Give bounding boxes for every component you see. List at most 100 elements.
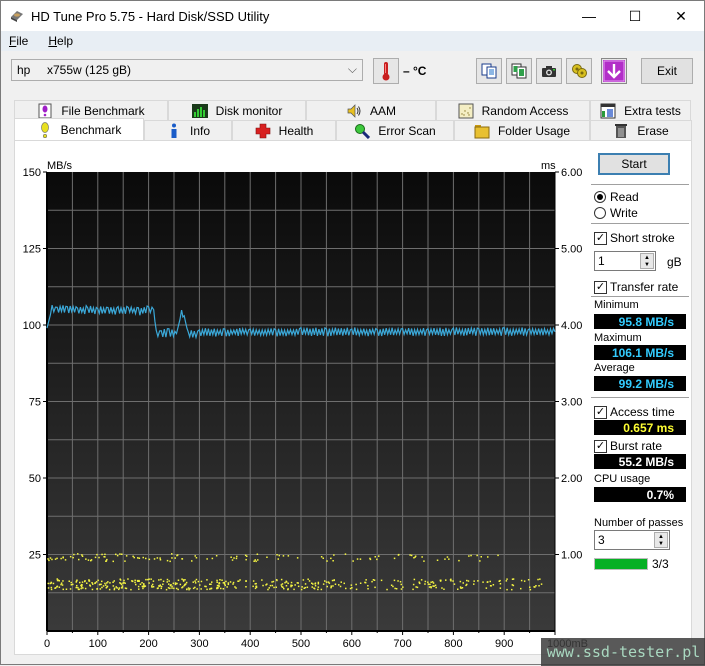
access-time-point [135, 583, 137, 586]
transfer-rate-checkbox[interactable]: ✓ Transfer rate [594, 280, 678, 294]
access-time-point [75, 586, 77, 589]
start-button[interactable]: Start [598, 153, 670, 175]
access-time-point [432, 582, 435, 584]
access-time-point [380, 579, 383, 582]
access-time-point [159, 557, 161, 559]
access-time-point [91, 588, 94, 591]
average-label: Average [594, 362, 635, 374]
write-radio[interactable]: Write [594, 206, 638, 220]
access-time-point [142, 587, 144, 590]
read-radio[interactable]: Read [594, 190, 639, 204]
spinner-arrows-icon[interactable]: ▲ ▼ [640, 253, 654, 269]
access-time-point [223, 583, 226, 585]
close-button[interactable]: ✕ [658, 1, 704, 31]
access-time-point [186, 588, 188, 591]
access-time-point [332, 585, 334, 587]
access-time-point [333, 579, 335, 582]
access-time-point [81, 555, 84, 557]
access-time-point [158, 579, 160, 581]
access-time-point [234, 586, 236, 588]
exit-button[interactable]: Exit [641, 58, 693, 84]
tab-erase[interactable]: Erase [590, 120, 692, 140]
access-time-point [505, 580, 508, 582]
spinner-arrows-icon[interactable]: ▲ ▼ [654, 532, 668, 548]
access-time-point [338, 584, 340, 586]
benchmark-icon [37, 121, 53, 138]
y-tick-label-right: 2.00 [561, 473, 582, 485]
access-time-point [230, 556, 232, 558]
extra-tests-icon [600, 103, 616, 119]
access-time-point [78, 588, 80, 591]
access-time-point [192, 581, 194, 583]
access-time-point [326, 560, 328, 562]
tab-benchmark[interactable]: Benchmark [14, 118, 144, 140]
access-time-point [80, 587, 82, 590]
access-time-point [330, 557, 332, 560]
tab-extra-tests[interactable]: Extra tests [590, 100, 691, 120]
access-time-point [303, 587, 305, 589]
access-time-point [89, 585, 92, 587]
access-time-point [307, 578, 309, 580]
y-tick-label-right: 5.00 [561, 244, 582, 256]
access-time-point [162, 580, 165, 582]
read-radio-dot [594, 191, 606, 203]
access-time-point [275, 579, 278, 581]
x-tick-label: 300 [190, 638, 208, 650]
x-tick-label: 400 [241, 638, 259, 650]
access-time-point [112, 581, 114, 583]
burst-rate-checkbox[interactable]: ✓ Burst rate [594, 439, 662, 453]
access-time-point [266, 556, 268, 558]
access-time-point [393, 579, 396, 582]
access-time-point [512, 584, 515, 587]
access-time-point [58, 586, 61, 588]
write-label: Write [610, 206, 638, 220]
short-stroke-checkbox[interactable]: ✓ Short stroke [594, 231, 675, 245]
access-time-point [414, 556, 416, 558]
access-time-point [143, 584, 145, 586]
access-time-point [339, 585, 342, 588]
access-time-point [511, 588, 513, 591]
x-tick-label: 700 [393, 638, 411, 650]
transfer-rate-label: Transfer rate [610, 280, 679, 294]
access-time-point [527, 579, 530, 581]
access-time-point [397, 580, 399, 582]
save-button[interactable] [601, 58, 627, 84]
access-time-point [254, 559, 256, 561]
access-time-point [159, 585, 161, 587]
access-time-checkbox[interactable]: ✓ Access time [594, 405, 675, 419]
access-time-point [69, 588, 72, 590]
access-time-point [68, 580, 70, 582]
maximize-button[interactable]: ☐ [612, 1, 658, 31]
access-time-point [487, 556, 489, 558]
access-time-point [394, 587, 396, 590]
access-time-point [148, 558, 151, 561]
access-time-point [239, 579, 241, 581]
access-time-point [121, 585, 124, 587]
x-tick-label: 200 [139, 638, 157, 650]
access-time-point [237, 580, 240, 582]
access-time-point [278, 554, 280, 557]
access-time-point [124, 560, 126, 562]
burst-rate-value-text: 55.2 MB/s [618, 454, 674, 469]
access-time-point [255, 585, 258, 588]
passes-progress-bar [594, 558, 648, 570]
access-time-point [119, 582, 121, 584]
access-time-point [272, 580, 275, 583]
tab-erase-label: Erase [637, 123, 669, 138]
access-time-point [333, 554, 335, 556]
access-time-point [166, 581, 168, 583]
short-stroke-spinner[interactable]: 1 ▲ ▼ [594, 251, 656, 271]
access-time-point [506, 578, 508, 580]
access-time-point [466, 583, 468, 586]
access-time-point [477, 580, 479, 582]
access-time-point [281, 583, 284, 585]
access-time-value-text: 0.657 ms [623, 420, 674, 435]
access-time-point [529, 586, 531, 588]
access-time-point [428, 586, 431, 588]
access-time-point [301, 586, 303, 588]
access-time-point [436, 559, 439, 561]
access-time-point [227, 582, 230, 584]
passes-spinner[interactable]: 3 ▲ ▼ [594, 530, 670, 550]
y-axis-label-right: ms [541, 160, 556, 172]
access-time-point [218, 584, 220, 587]
